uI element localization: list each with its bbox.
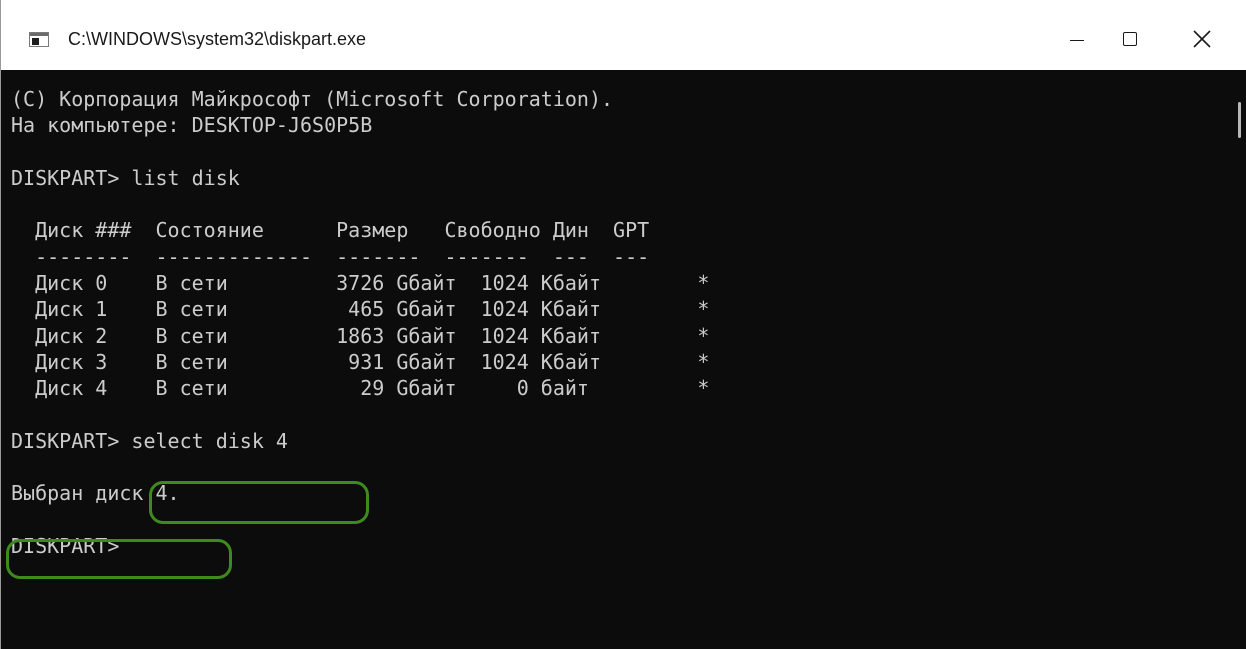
console-line: На компьютере: DESKTOP-J6S0P5B (11, 113, 373, 138)
close-button[interactable] (1179, 18, 1225, 62)
scrollbar-thumb[interactable] (1238, 102, 1241, 138)
console-line: DISKPART> list disk (11, 165, 240, 190)
vertical-scrollbar[interactable] (1223, 70, 1246, 649)
title-bar[interactable]: C:\WINDOWS\system32\diskpart.exe (1, 0, 1246, 70)
console-line: -------- ------------- ------- ------- -… (11, 244, 650, 269)
console-line: Диск 2 В сети 1863 Gбайт 1024 Kбайт * (11, 323, 710, 348)
console-line: Диск 0 В сети 3726 Gбайт 1024 Kбайт * (11, 271, 710, 296)
console-line: Выбран диск 4. (11, 481, 180, 506)
window-title: C:\WINDOWS\system32\diskpart.exe (68, 29, 367, 49)
console-line: (C) Корпорация Майкрософт (Microsoft Cor… (11, 87, 614, 111)
console-line: DISKPART> (11, 534, 132, 559)
console-line: Диск ### Состояние Размер Свободно Дин G… (11, 218, 650, 243)
minimize-icon (1070, 40, 1084, 41)
console-output[interactable]: (C) Корпорация Майкрософт (Microsoft Cor… (11, 86, 1221, 649)
maximize-icon (1123, 32, 1137, 46)
maximize-button[interactable] (1107, 18, 1153, 62)
console-app-icon (29, 32, 49, 47)
console-line: Диск 3 В сети 931 Gбайт 1024 Kбайт * (11, 349, 710, 374)
minimize-button[interactable] (1053, 18, 1099, 62)
console-line: Диск 1 В сети 465 Gбайт 1024 Kбайт * (11, 297, 710, 322)
console-line: DISKPART> select disk 4 (11, 428, 288, 453)
close-icon (1193, 30, 1211, 48)
console-line: Диск 4 В сети 29 Gбайт 0 байт * (11, 376, 710, 401)
console-window: C:\WINDOWS\system32\diskpart.exe (C) Кор… (0, 0, 1246, 649)
